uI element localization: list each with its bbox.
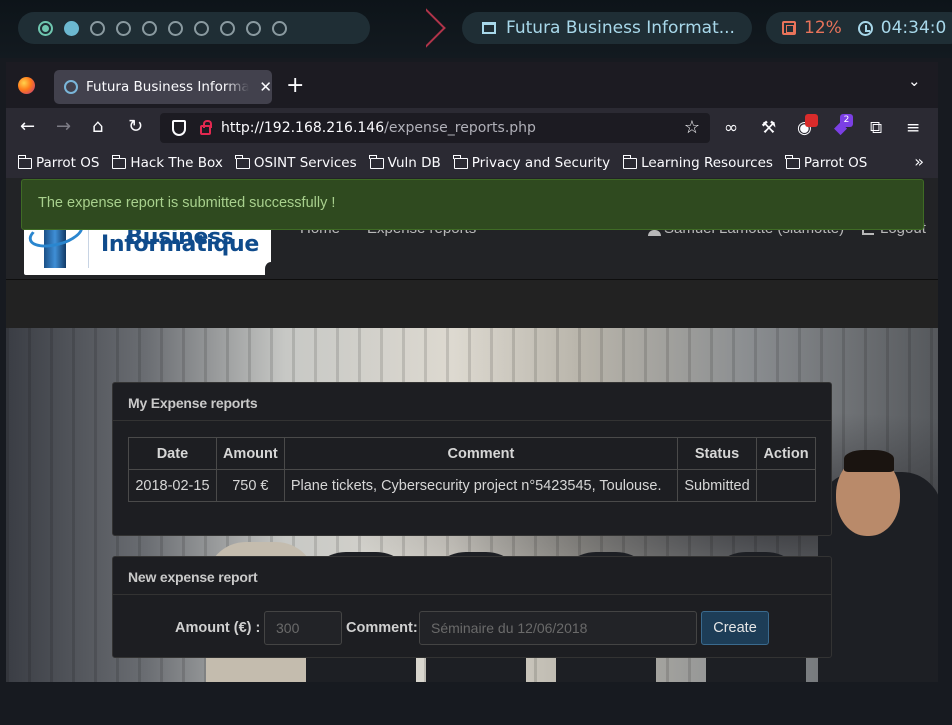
bookmarks-toolbar: Parrot OS Hack The Box OSINT Services Vu… bbox=[6, 148, 938, 178]
navigation-toolbar: ← → ⌂ ↻ http://192.168.216.146 /expense_… bbox=[6, 108, 938, 148]
url-path: /expense_reports.php bbox=[384, 120, 536, 136]
bookmark-label: Hack The Box bbox=[130, 155, 223, 171]
clock-time: 04:34:0 bbox=[880, 18, 947, 38]
reload-icon[interactable]: ↻ bbox=[128, 116, 143, 138]
table-row: 2018-02-15 750 € Plane tickets, Cybersec… bbox=[128, 469, 817, 502]
workspace-4-indicator[interactable] bbox=[116, 20, 131, 36]
back-arrow-icon[interactable]: ← bbox=[20, 116, 35, 138]
workspace-5-indicator[interactable] bbox=[142, 20, 157, 36]
hero-person-hair bbox=[844, 450, 894, 472]
folder-icon bbox=[17, 154, 32, 169]
tab-favicon-icon bbox=[64, 80, 78, 94]
chevron-double-right-icon[interactable]: » bbox=[914, 152, 924, 171]
active-window-title: Futura Business Informat... bbox=[506, 18, 735, 38]
panel-title: My Expense reports bbox=[113, 383, 831, 421]
cpu-icon bbox=[782, 21, 796, 35]
table-header-row: Date Amount Comment Status Action bbox=[128, 437, 817, 470]
diamond-decoration-icon bbox=[406, 8, 446, 48]
bookmark-label: Vuln DB bbox=[387, 155, 441, 171]
bookmark-star-icon[interactable]: ☆ bbox=[684, 117, 700, 138]
forward-arrow-icon[interactable]: → bbox=[56, 116, 71, 138]
cpu-usage: 12% bbox=[804, 18, 842, 38]
workspace-6-indicator[interactable] bbox=[168, 20, 183, 36]
workspace-7-indicator[interactable] bbox=[194, 20, 209, 36]
url-host: http://192.168.216.146 bbox=[221, 120, 385, 136]
firefox-icon[interactable] bbox=[18, 77, 35, 94]
hamburger-menu-icon[interactable]: ≡ bbox=[906, 118, 920, 138]
extension-badge: 2 bbox=[840, 114, 853, 127]
workspace-8-indicator[interactable] bbox=[220, 20, 235, 36]
window-icon bbox=[482, 22, 496, 34]
chevron-down-icon[interactable]: ⌄ bbox=[908, 72, 921, 90]
column-header-comment: Comment bbox=[283, 437, 679, 470]
folder-icon bbox=[785, 154, 800, 169]
amount-input[interactable] bbox=[264, 611, 342, 645]
bookmark-parrot-os[interactable]: Parrot OS bbox=[17, 154, 100, 171]
active-window-indicator[interactable]: Futura Business Informat... bbox=[462, 12, 752, 44]
bookmark-vuln-db[interactable]: Vuln DB bbox=[369, 154, 441, 171]
bookmark-parrot-os-2[interactable]: Parrot OS bbox=[785, 154, 868, 171]
desktop-panel: Futura Business Informat... 12% 04:34:0 bbox=[0, 0, 952, 58]
create-button[interactable]: Create bbox=[701, 611, 769, 645]
folder-icon bbox=[622, 154, 638, 169]
workspace-1-indicator[interactable] bbox=[38, 20, 53, 36]
new-tab-plus-icon[interactable]: + bbox=[286, 73, 304, 98]
bookmark-privacy-and-security[interactable]: Privacy and Security bbox=[453, 154, 611, 171]
panel-title: New expense report bbox=[113, 557, 831, 595]
workspace-9-indicator[interactable] bbox=[246, 20, 261, 36]
web-page: Futura Business Informatique Home Expens… bbox=[6, 178, 938, 682]
url-bar[interactable]: http://192.168.216.146 /expense_reports.… bbox=[160, 113, 710, 143]
browser-window: Futura Business Informatique ✕ + ⌄ ← → ⌂… bbox=[6, 62, 938, 682]
folder-icon bbox=[235, 154, 250, 169]
bookmark-label: OSINT Services bbox=[253, 155, 357, 171]
shield-icon[interactable] bbox=[172, 120, 186, 136]
folder-icon bbox=[111, 154, 127, 169]
bookmark-label: Learning Resources bbox=[641, 155, 773, 171]
comment-input[interactable] bbox=[419, 611, 697, 645]
bookmark-label: Parrot OS bbox=[36, 155, 100, 171]
success-alert: The expense report is submitted successf… bbox=[21, 179, 924, 230]
workspace-2-indicator[interactable] bbox=[64, 20, 79, 36]
amount-label: Amount (€) : bbox=[175, 620, 261, 636]
system-monitor: 12% 04:34:0 bbox=[766, 12, 952, 44]
cell-comment: Plane tickets, Cybersecurity project n°5… bbox=[283, 469, 679, 502]
tab-active[interactable]: Futura Business Informatique ✕ bbox=[54, 70, 272, 104]
expense-reports-table: Date Amount Comment Status Action 2018-0… bbox=[128, 437, 817, 502]
column-header-date: Date bbox=[128, 437, 217, 470]
tab-title: Futura Business Informatique bbox=[86, 79, 250, 95]
cell-action bbox=[755, 469, 817, 502]
home-icon[interactable]: ⌂ bbox=[92, 116, 103, 138]
tab-bar: Futura Business Informatique ✕ + ⌄ bbox=[6, 62, 938, 108]
workspace-switcher bbox=[18, 12, 370, 44]
cell-amount: 750 € bbox=[215, 469, 285, 502]
close-icon[interactable]: ✕ bbox=[259, 78, 272, 96]
cell-date: 2018-02-15 bbox=[128, 469, 217, 502]
comment-label: Comment: bbox=[346, 620, 418, 636]
bookmark-osint-services[interactable]: OSINT Services bbox=[235, 154, 357, 171]
cell-status: Submitted bbox=[677, 469, 757, 502]
extensions-puzzle-icon[interactable]: ⧉ bbox=[870, 118, 882, 138]
column-header-amount: Amount bbox=[215, 437, 285, 470]
bookmark-learning-resources[interactable]: Learning Resources bbox=[622, 154, 773, 171]
clock-icon bbox=[857, 20, 873, 36]
infinity-extension-icon[interactable]: ∞ bbox=[724, 118, 738, 138]
column-header-status: Status bbox=[677, 437, 757, 470]
workspace-10-indicator[interactable] bbox=[272, 20, 287, 36]
red-alert-badge bbox=[805, 114, 818, 127]
column-header-action: Action bbox=[755, 437, 817, 470]
wrench-icon[interactable]: ⚒ bbox=[761, 118, 776, 138]
new-expense-form: Amount (€) : Comment: Create bbox=[113, 611, 833, 645]
folder-icon bbox=[453, 154, 468, 169]
insecure-lock-icon[interactable] bbox=[200, 120, 212, 135]
folder-icon bbox=[369, 154, 384, 169]
bookmark-hack-the-box[interactable]: Hack The Box bbox=[111, 154, 223, 171]
new-expense-report-panel: New expense report Amount (€) : Comment:… bbox=[112, 556, 832, 658]
bookmark-label: Parrot OS bbox=[803, 155, 868, 171]
workspace-3-indicator[interactable] bbox=[90, 20, 105, 36]
logo-text-line2: Informatique bbox=[101, 232, 259, 257]
bookmark-label: Privacy and Security bbox=[471, 155, 611, 171]
my-expense-reports-panel: My Expense reports Date Amount Comment S… bbox=[112, 382, 832, 536]
